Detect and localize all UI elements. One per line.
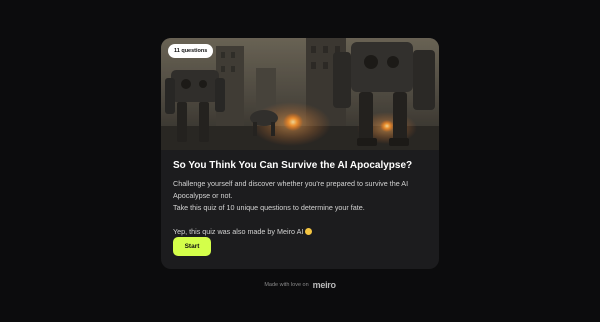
description-line: Take this quiz of 10 unique questions to… <box>173 203 365 212</box>
quiz-card: 11 questions So You Think You Can Surviv… <box>161 38 439 269</box>
smiling-face-icon <box>305 228 313 235</box>
page: 11 questions So You Think You Can Surviv… <box>0 0 600 322</box>
question-count-badge: 11 questions <box>168 44 214 58</box>
quiz-content: So You Think You Can Survive the AI Apoc… <box>173 160 429 238</box>
footer: Made with love on meiro <box>0 280 600 290</box>
meiro-logo[interactable]: meiro <box>313 280 336 290</box>
quiz-description: Challenge yourself and discover whether … <box>173 178 429 238</box>
description-line-made-by: Yep, this quiz was also made by Meiro AI <box>173 226 429 238</box>
start-button[interactable]: Start <box>173 237 211 256</box>
description-line: Challenge yourself and discover whether … <box>173 179 409 200</box>
made-by-text: Yep, this quiz was also made by Meiro AI <box>173 227 304 236</box>
footer-text: Made with love on <box>264 282 309 288</box>
quiz-title: So You Think You Can Survive the AI Apoc… <box>173 160 413 171</box>
hero-image: 11 questions <box>161 38 439 150</box>
